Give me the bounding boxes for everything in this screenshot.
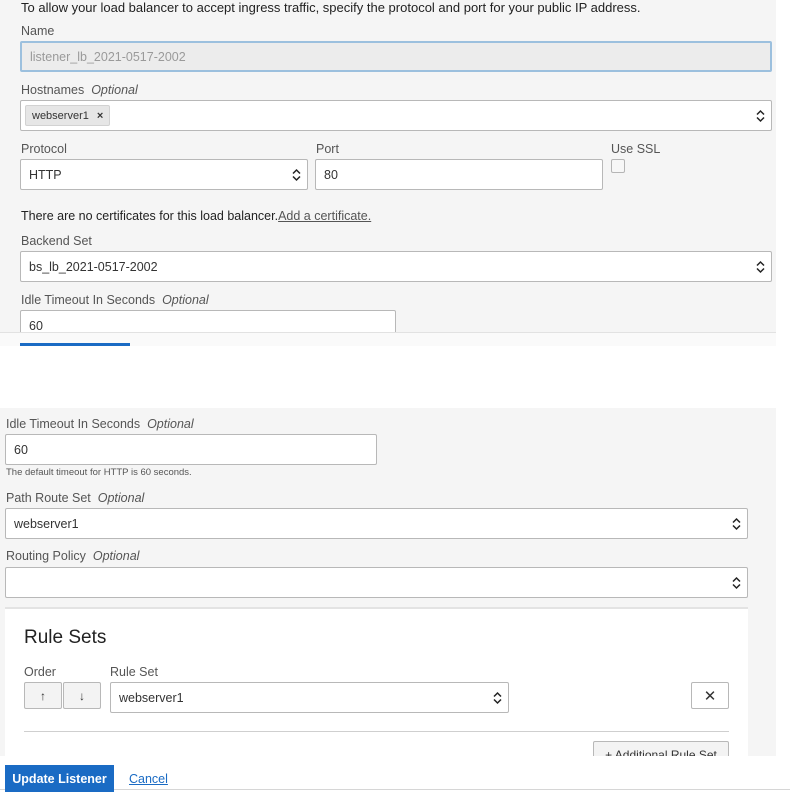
idle-timeout-value: 60: [29, 318, 43, 333]
chevron-up-down-icon: [292, 168, 301, 181]
footer-bar: Update Listener Cancel: [0, 756, 790, 792]
close-icon: ✕: [703, 687, 717, 705]
name-value: listener_lb_2021-0517-2002: [30, 49, 186, 64]
chevron-up-down-icon: [756, 260, 765, 273]
arrow-up-icon: ↑: [40, 688, 46, 703]
arrow-down-icon: ↓: [79, 688, 85, 703]
rule-set-select[interactable]: webserver1: [110, 682, 509, 713]
rule-sets-title: Rule Sets: [24, 627, 107, 648]
additional-rule-set-button[interactable]: + Additional Rule Set: [593, 741, 729, 756]
path-route-set-optional: Optional: [97, 491, 145, 505]
name-label: Name: [21, 24, 55, 38]
idle-timeout-optional: Optional: [147, 417, 194, 431]
rule-sets-divider: [24, 731, 729, 732]
use-ssl-checkbox[interactable]: [611, 159, 625, 173]
remove-rule-set-button[interactable]: ✕: [691, 682, 729, 709]
port-input[interactable]: 80: [315, 159, 603, 190]
path-route-set-value: webserver1: [14, 516, 79, 531]
intro-text: To allow your load balancer to accept in…: [21, 0, 641, 15]
chevron-up-down-icon: [756, 109, 765, 122]
protocol-value: HTTP: [29, 167, 62, 182]
additional-rule-set-label: + Additional Rule Set: [605, 748, 717, 756]
protocol-select[interactable]: HTTP: [20, 159, 308, 190]
idle-timeout-label: Idle Timeout In Seconds Optional: [6, 417, 194, 431]
idle-timeout-value: 60: [14, 442, 28, 457]
routing-policy-optional: Optional: [92, 549, 140, 563]
idle-timeout-label: Idle Timeout In Seconds Optional: [21, 293, 209, 307]
backend-set-select[interactable]: bs_lb_2021-0517-2002: [20, 251, 772, 282]
button-edge: [20, 343, 130, 346]
routing-policy-select[interactable]: [5, 567, 748, 598]
update-listener-button[interactable]: Update Listener: [5, 765, 114, 792]
rule-set-value: webserver1: [119, 690, 184, 705]
hostname-chip: webserver1 ×: [25, 105, 111, 126]
hostnames-label: Hostnames Optional: [21, 83, 138, 97]
backend-set-label: Backend Set: [21, 234, 92, 248]
order-label: Order: [24, 665, 56, 679]
chevron-up-down-icon: [493, 691, 502, 704]
path-route-set-label-text: Path Route Set: [6, 491, 91, 505]
routing-policy-label-text: Routing Policy: [6, 549, 86, 563]
listener-form-bottom-panel: Idle Timeout In Seconds Optional 60 The …: [0, 408, 776, 756]
hostnames-label-text: Hostnames: [21, 83, 85, 97]
hostname-chip-label: webserver1: [32, 109, 89, 122]
idle-timeout-label-text: Idle Timeout In Seconds: [6, 417, 141, 431]
idle-timeout-label-text: Idle Timeout In Seconds: [21, 293, 156, 307]
use-ssl-label: Use SSL: [611, 142, 661, 156]
chevron-up-down-icon: [732, 576, 741, 589]
idle-timeout-optional: Optional: [162, 293, 209, 307]
chip-remove-icon[interactable]: ×: [97, 110, 103, 122]
certificate-notice-text: There are no certificates for this load …: [21, 209, 279, 223]
path-route-set-label: Path Route Set Optional: [6, 491, 144, 505]
port-value: 80: [324, 167, 338, 182]
listener-form-top-panel: To allow your load balancer to accept in…: [0, 0, 776, 346]
move-up-button[interactable]: ↑: [24, 682, 62, 709]
backend-set-value: bs_lb_2021-0517-2002: [29, 259, 158, 274]
port-label: Port: [316, 142, 339, 156]
chevron-up-down-icon: [732, 517, 741, 530]
routing-policy-label: Routing Policy Optional: [6, 549, 139, 563]
path-route-set-select[interactable]: webserver1: [5, 508, 748, 539]
name-field[interactable]: listener_lb_2021-0517-2002: [20, 41, 772, 72]
idle-timeout-input[interactable]: 60: [5, 434, 377, 465]
hostnames-multiselect[interactable]: webserver1 ×: [20, 100, 772, 131]
protocol-label: Protocol: [21, 142, 67, 156]
add-certificate-link[interactable]: Add a certificate.: [278, 209, 371, 223]
idle-timeout-help: The default timeout for HTTP is 60 secon…: [6, 467, 192, 478]
hostnames-optional: Optional: [91, 83, 138, 97]
certificate-notice: There are no certificates for this load …: [21, 209, 371, 223]
cancel-link[interactable]: Cancel: [129, 772, 168, 786]
move-down-button[interactable]: ↓: [63, 682, 101, 709]
rule-set-label: Rule Set: [110, 665, 158, 679]
rule-sets-card: Rule Sets Order Rule Set ↑ ↓ webserver1 …: [5, 607, 748, 756]
